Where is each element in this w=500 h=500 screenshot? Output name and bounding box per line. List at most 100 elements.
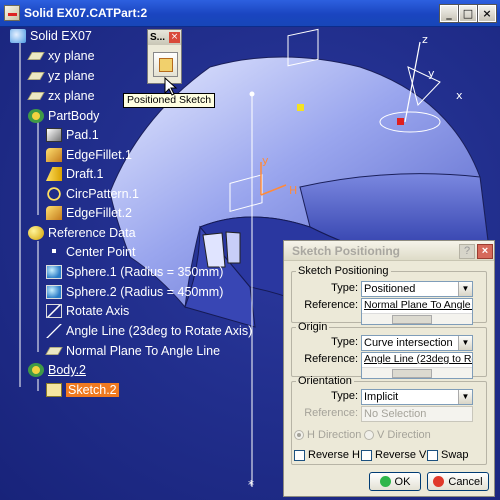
plane-icon bbox=[27, 92, 45, 100]
origin-type-combo[interactable]: Curve intersection ▼ bbox=[361, 335, 473, 351]
tree-node-sphere-2[interactable]: Sphere.2 (Radius = 450mm) bbox=[46, 283, 223, 301]
button-label: OK bbox=[394, 475, 411, 488]
pattern-icon bbox=[46, 187, 62, 201]
radio-label: V Direction bbox=[377, 429, 431, 441]
h-direction-radio[interactable]: H Direction bbox=[294, 429, 361, 441]
tree-node-label: Draft.1 bbox=[66, 167, 104, 181]
tree-node-label: zx plane bbox=[48, 89, 95, 103]
swap-checkbox[interactable]: Swap bbox=[427, 449, 469, 461]
v-direction-radio[interactable]: V Direction bbox=[364, 429, 431, 441]
tree-node-draft[interactable]: Draft.1 bbox=[46, 165, 104, 183]
combo-value: Positioned bbox=[364, 283, 416, 295]
dialog-close-button[interactable]: × bbox=[477, 244, 493, 259]
checkbox-box bbox=[294, 449, 305, 461]
tree-node-root[interactable]: Solid EX07 bbox=[10, 27, 92, 45]
sketch-positioning-dialog: Sketch Positioning ? × Sketch Positionin… bbox=[283, 240, 495, 497]
positioned-sketch-icon bbox=[159, 58, 173, 72]
reference-label: Reference: bbox=[304, 407, 358, 419]
mouse-cursor-icon bbox=[164, 77, 178, 96]
minimize-button[interactable]: _ bbox=[439, 4, 459, 23]
type-label: Type: bbox=[331, 282, 358, 294]
tree-node-label-selected: Sketch.2 bbox=[66, 383, 119, 397]
window-title: Solid EX07.CATPart:2 bbox=[24, 6, 148, 20]
chevron-down-icon: ▼ bbox=[458, 336, 472, 350]
tree-node-label: Sphere.2 (Radius = 450mm) bbox=[66, 285, 224, 299]
tree-node-label: Body.2 bbox=[48, 363, 86, 377]
tree-node-label: CircPattern.1 bbox=[66, 187, 139, 201]
tree-node-label: Sphere.1 (Radius = 350mm) bbox=[66, 265, 224, 279]
tree-node-label: Center Point bbox=[66, 245, 136, 259]
type-label: Type: bbox=[331, 336, 358, 348]
tree-node-sketch-2[interactable]: Sketch.2 bbox=[46, 381, 119, 399]
sphere-icon bbox=[46, 265, 62, 279]
maximize-button[interactable]: □ bbox=[458, 4, 478, 23]
point-icon bbox=[46, 245, 62, 259]
tree-node-label: yz plane bbox=[48, 69, 95, 83]
ok-button[interactable]: OK bbox=[369, 472, 421, 491]
positioned-sketch-button[interactable] bbox=[153, 52, 178, 77]
tree-node-edgefillet-2[interactable]: EdgeFillet.2 bbox=[46, 204, 132, 222]
tree-node-label: Normal Plane To Angle Line bbox=[66, 344, 221, 358]
tree-node-label: Angle Line (23deg to Rotate Axis) bbox=[66, 324, 253, 338]
plane-icon bbox=[27, 52, 45, 60]
group-legend: Orientation bbox=[298, 375, 352, 387]
sphere-icon bbox=[46, 285, 62, 299]
orientation-reference-field: No Selection bbox=[361, 406, 473, 422]
dialog-title: Sketch Positioning bbox=[292, 244, 401, 258]
tree-node-center-point[interactable]: Center Point bbox=[46, 243, 135, 261]
combo-value: Curve intersection bbox=[364, 337, 453, 349]
tree-node-rotate-axis[interactable]: Rotate Axis bbox=[46, 302, 129, 320]
sketcher-toolbar[interactable]: S... × bbox=[147, 29, 182, 84]
ok-icon bbox=[379, 476, 391, 487]
tree-node-label: PartBody bbox=[48, 109, 100, 123]
tree-node-reference-data[interactable]: Reference Data bbox=[28, 224, 136, 242]
tree-node-edgefillet-1[interactable]: EdgeFillet.1 bbox=[46, 146, 132, 164]
field-value: Angle Line (23deg to Rotate Axis) bbox=[364, 353, 472, 365]
axis-icon bbox=[46, 304, 62, 318]
tree-node-sphere-1[interactable]: Sphere.1 (Radius = 350mm) bbox=[46, 263, 223, 281]
tree-node-angle-line[interactable]: Angle Line (23deg to Rotate Axis) bbox=[46, 322, 252, 340]
close-window-button[interactable]: × bbox=[477, 4, 497, 23]
tree-node-partbody[interactable]: PartBody bbox=[28, 107, 99, 125]
tree-node-yz-plane[interactable]: yz plane bbox=[27, 67, 95, 85]
checkbox-label: Swap bbox=[441, 449, 469, 461]
fillet-icon bbox=[46, 148, 62, 162]
tree-node-circpattern[interactable]: CircPattern.1 bbox=[46, 185, 139, 203]
fillet-icon bbox=[46, 206, 62, 220]
positioning-type-combo[interactable]: Positioned ▼ bbox=[361, 281, 473, 297]
toolbar-close-button[interactable]: × bbox=[169, 32, 180, 43]
tree-node-zx-plane[interactable]: zx plane bbox=[27, 87, 95, 105]
window-title-bar: Solid EX07.CATPart:2 _ □ × bbox=[0, 0, 500, 27]
help-button[interactable]: ? bbox=[459, 244, 475, 259]
draft-icon bbox=[46, 167, 62, 181]
checkbox-label: Reverse V bbox=[375, 449, 427, 461]
tree-node-label: Pad.1 bbox=[66, 128, 99, 142]
tree-node-label: Reference Data bbox=[48, 226, 136, 240]
sketch-icon bbox=[46, 383, 62, 397]
reference-data-icon bbox=[28, 226, 44, 240]
dialog-title-bar: Sketch Positioning ? × bbox=[284, 241, 494, 261]
chevron-down-icon: ▼ bbox=[458, 282, 472, 296]
plane-icon bbox=[45, 347, 63, 355]
group-legend: Origin bbox=[298, 321, 328, 333]
tree-node-normal-plane[interactable]: Normal Plane To Angle Line bbox=[45, 342, 221, 360]
radio-dot bbox=[294, 430, 304, 440]
reference-label: Reference: bbox=[304, 353, 358, 365]
checkbox-box bbox=[427, 449, 438, 461]
tree-node-pad[interactable]: Pad.1 bbox=[46, 126, 99, 144]
tree-node-label: EdgeFillet.2 bbox=[66, 206, 133, 220]
reverse-v-checkbox[interactable]: Reverse V bbox=[361, 449, 426, 461]
type-label: Type: bbox=[331, 390, 358, 402]
tree-node-body-2[interactable]: Body.2 bbox=[28, 361, 86, 379]
z-axis-label: z bbox=[422, 33, 428, 46]
orientation-type-combo[interactable]: Implicit ▼ bbox=[361, 389, 473, 405]
tree-node-label: Solid EX07 bbox=[30, 29, 92, 43]
pad-icon bbox=[46, 128, 62, 142]
tree-node-xy-plane[interactable]: xy plane bbox=[27, 47, 95, 65]
chevron-down-icon: ▼ bbox=[458, 390, 472, 404]
svg-text:*: * bbox=[248, 478, 254, 492]
gear-icon bbox=[28, 109, 44, 123]
radio-label: H Direction bbox=[307, 429, 362, 441]
reverse-h-checkbox[interactable]: Reverse H bbox=[294, 449, 360, 461]
cancel-button[interactable]: Cancel bbox=[427, 472, 489, 491]
